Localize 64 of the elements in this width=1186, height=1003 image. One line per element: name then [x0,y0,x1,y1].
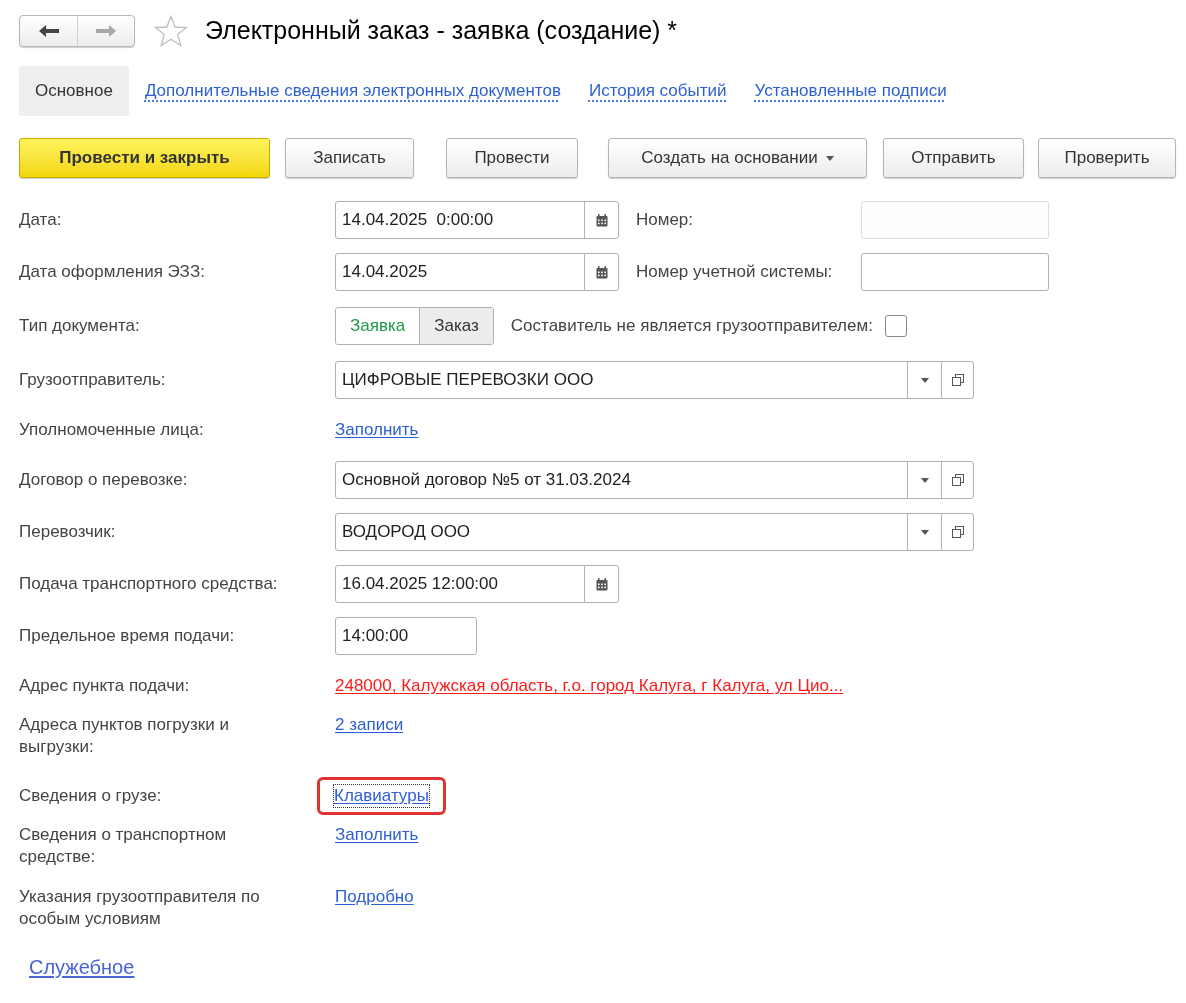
field-label: Номер: [636,209,695,232]
field-label: Тип документа: [19,315,140,337]
link[interactable]: Заполнить [335,824,419,846]
calendar-icon [595,265,608,279]
field-label: Указания грузоотправителя по особым условиям [19,886,261,930]
link[interactable]: Подробно [335,886,414,908]
link[interactable]: 248000, Калужская область, г.о. город Калуга, г Калуга, ул Цио... [335,675,844,697]
field-value: 16.04.2025 12:00:00 [341,573,499,596]
caret-icon [920,477,929,483]
tab[interactable]: История событий [574,66,741,116]
star-icon[interactable] [154,15,188,47]
window-title: Электронный заказ - заявка (создание) * [205,15,678,47]
field-label: Дата оформления ЭЗЗ: [19,261,205,283]
caret-icon [920,377,929,383]
link[interactable]: Заполнить [335,419,419,441]
date-field[interactable]: 14.04.2025 0:00:00 [335,201,619,239]
right-arrow-icon [95,24,117,38]
tab[interactable]: Основное [19,66,129,116]
tab[interactable]: Установленные подписи [740,66,961,116]
link[interactable]: Клавиатуры [334,785,429,807]
service-link[interactable]: Служебное [29,952,135,982]
date-field[interactable]: 16.04.2025 12:00:00 [335,565,619,603]
checkbox-label: Составитель не является грузоотправителем: [510,315,873,338]
field-label: Уполномоченные лица: [19,419,204,441]
input-field[interactable] [861,253,1049,291]
caret-icon [920,529,929,535]
field-value: 14.04.2025 [341,261,429,284]
field-label: Дата: [19,209,62,231]
toolbar-button[interactable]: Проверить [1038,138,1176,178]
windows-icon [951,474,964,486]
link[interactable]: 2 записи [335,714,404,736]
field-label: Грузоотправитель: [19,369,166,391]
toolbar-button[interactable]: Провести [446,138,578,178]
field-label: Адреса пунктов погрузки и выгрузки: [19,714,230,758]
field-label: Сведения о грузе: [19,785,162,807]
calendar-icon [595,213,608,227]
field-label: Договор о перевозке: [19,469,188,491]
field-value: Основной договор №5 от 31.03.2024 [341,469,632,492]
time-field[interactable]: 14:00:00 [335,617,477,655]
toggle-option[interactable]: Заказ [419,308,493,344]
tab[interactable]: Дополнительные сведения электронных документов [130,66,575,116]
field-label: Предельное время подачи: [19,625,235,647]
left-arrow-icon [37,24,60,38]
field-value: 14.04.2025 0:00:00 [341,209,495,232]
field-value: ЦИФРОВЫЕ ПЕРЕВОЗКИ ООО [341,369,595,392]
calendar-icon [595,577,608,591]
field-label: Перевозчик: [19,521,116,543]
caret-icon [825,155,834,161]
post-and-close-button[interactable]: Провести и закрыть [19,138,270,178]
field-label: Номер учетной системы: [636,261,834,284]
field-label: Адрес пункта подачи: [19,675,190,697]
select-field[interactable]: ВОДОРОД ООО [335,513,974,551]
toolbar-button[interactable]: Записать [285,138,414,178]
select-field[interactable]: ЦИФРОВЫЕ ПЕРЕВОЗКИ ООО [335,361,974,399]
field-value: ВОДОРОД ООО [341,521,472,544]
select-field[interactable]: Основной договор №5 от 31.03.2024 [335,461,974,499]
toolbar-button[interactable]: Создать на основании [608,138,867,178]
field-label: Подача транспортного средства: [19,573,278,595]
checkbox[interactable] [884,315,907,337]
windows-icon [951,526,964,538]
field-label: Сведения о транспортном средстве: [19,824,228,868]
windows-icon [951,374,964,386]
toolbar-button[interactable]: Отправить [883,138,1024,178]
date-field[interactable]: 14.04.2025 [335,253,619,291]
